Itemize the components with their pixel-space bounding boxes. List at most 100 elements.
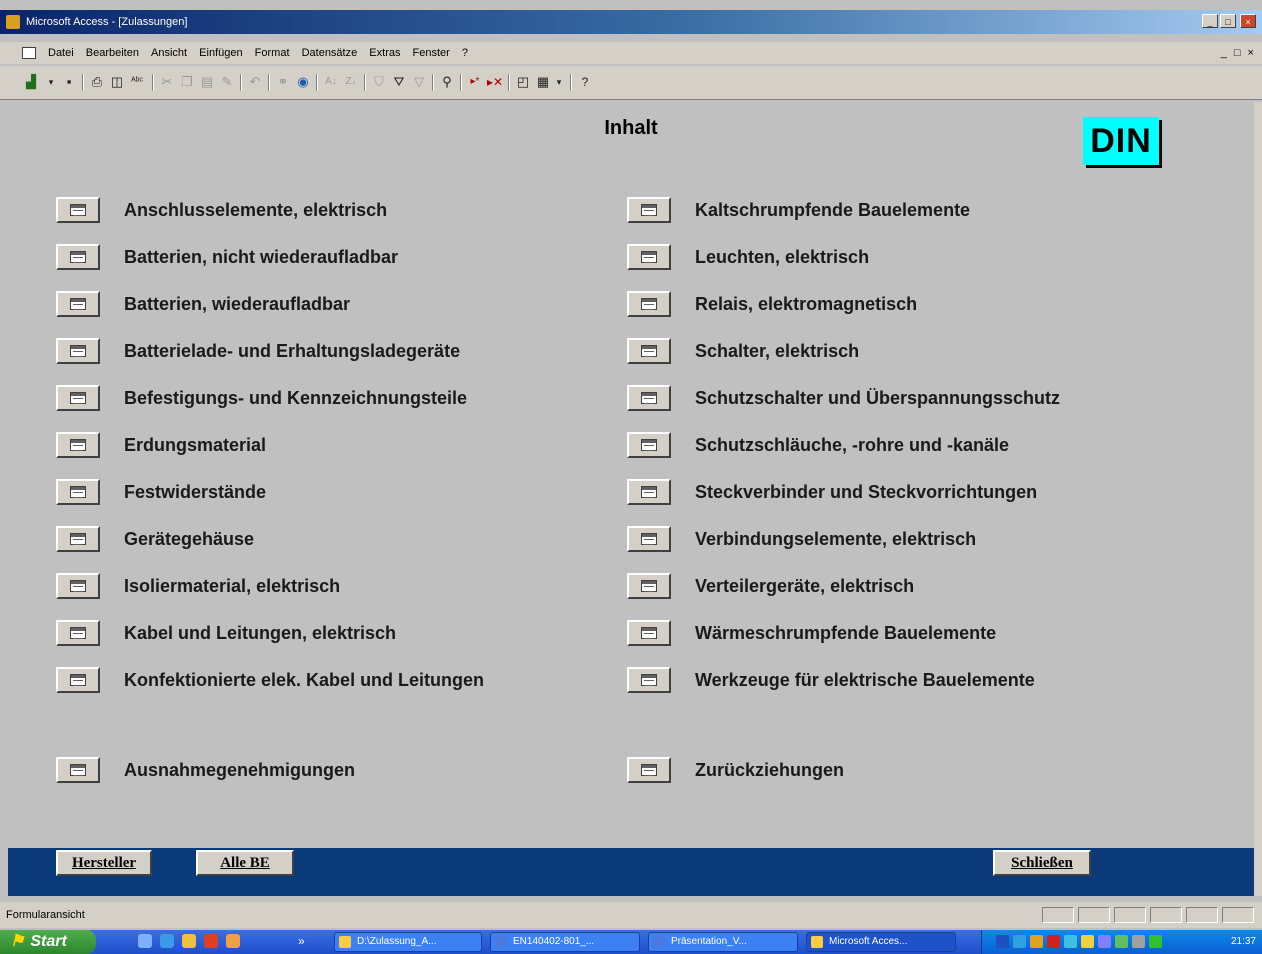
vertical-scrollbar[interactable] [1254, 102, 1262, 896]
minimize-button[interactable]: _ [1202, 14, 1218, 28]
menu-einfuegen[interactable]: Einfügen [199, 42, 242, 64]
paste-icon[interactable]: ▤ [198, 73, 216, 91]
open-form-button[interactable] [627, 291, 671, 317]
insert-hyperlink-icon[interactable]: ⚭ [274, 73, 292, 91]
volume-icon[interactable] [1115, 935, 1128, 948]
open-form-button[interactable] [56, 479, 100, 505]
mdi-window-controls[interactable]: _ □ × [1221, 42, 1256, 64]
security-alert-icon[interactable] [1047, 935, 1060, 948]
folder-icon[interactable] [182, 934, 196, 948]
open-form-button[interactable] [56, 573, 100, 599]
open-form-button[interactable] [56, 197, 100, 223]
form-icon [641, 298, 657, 310]
row-label: Verbindungselemente, elektrisch [695, 528, 977, 549]
open-form-button[interactable] [56, 667, 100, 693]
design-view-icon[interactable]: ▟ [22, 73, 40, 91]
open-form-button[interactable] [627, 244, 671, 270]
help-icon[interactable]: ? [576, 73, 594, 91]
filter-by-form-icon[interactable]: ⛛ [390, 73, 408, 91]
apply-filter-icon[interactable]: ▽ [410, 73, 428, 91]
task-word-document[interactable]: EN140402-801_... [490, 932, 640, 952]
menu-fenster[interactable]: Fenster [413, 42, 450, 64]
open-form-button[interactable] [627, 620, 671, 646]
toolbar-separator [82, 74, 84, 91]
print-icon[interactable]: ⎙ [88, 73, 106, 91]
menu-extras[interactable]: Extras [369, 42, 400, 64]
maximize-button[interactable]: □ [1220, 14, 1236, 28]
sort-ascending-icon[interactable]: A↓ [322, 73, 340, 91]
undo-icon[interactable]: ↶ [246, 73, 264, 91]
open-form-button[interactable] [56, 620, 100, 646]
task-presentation[interactable]: Präsentation_V... [648, 932, 798, 952]
menu-ansicht[interactable]: Ansicht [151, 42, 187, 64]
list-item: Leuchten, elektrisch [627, 242, 869, 272]
open-form-button[interactable] [56, 244, 100, 270]
sort-descending-icon[interactable]: Z↓ [342, 73, 360, 91]
alle-be-label: Alle BE [220, 855, 270, 871]
menu-datensaetze[interactable]: Datensätze [302, 42, 358, 64]
messenger-icon[interactable] [1064, 935, 1077, 948]
open-form-button[interactable] [56, 338, 100, 364]
open-form-button[interactable] [627, 479, 671, 505]
network-icon[interactable] [996, 935, 1009, 948]
database-window-icon[interactable]: ◰ [514, 73, 532, 91]
open-form-button[interactable] [56, 291, 100, 317]
form-document-icon[interactable] [22, 47, 36, 59]
menu-help[interactable]: ? [462, 42, 468, 64]
save-icon[interactable]: ▪ [60, 73, 78, 91]
folder-icon [339, 936, 351, 948]
open-form-button[interactable] [627, 667, 671, 693]
new-record-icon[interactable]: ▸* [466, 73, 484, 91]
open-form-button[interactable] [56, 432, 100, 458]
display-icon[interactable] [1132, 935, 1145, 948]
open-zurueckziehungen-button[interactable] [627, 757, 671, 783]
dropdown-arrow-icon[interactable]: ▾ [550, 73, 568, 91]
open-form-button[interactable] [56, 385, 100, 411]
media-player-icon[interactable] [204, 934, 218, 948]
printer-icon[interactable] [1098, 935, 1111, 948]
delete-record-icon[interactable]: ▸✕ [486, 73, 504, 91]
copy-icon[interactable]: ❐ [178, 73, 196, 91]
shield-icon[interactable] [1081, 935, 1094, 948]
quicklaunch-more-button[interactable]: » [298, 934, 305, 948]
menu-datei[interactable]: Datei [48, 42, 74, 64]
dropdown-arrow-icon[interactable]: ▾ [42, 73, 60, 91]
start-button[interactable]: ⚑ Start [0, 930, 96, 954]
menu-bearbeiten[interactable]: Bearbeiten [86, 42, 139, 64]
alle-be-button[interactable]: Alle BE [196, 850, 294, 876]
open-ausnahmegenehmigungen-button[interactable] [56, 757, 100, 783]
antivirus-icon[interactable] [1030, 935, 1043, 948]
web-toolbar-icon[interactable]: ◉ [294, 73, 312, 91]
find-icon[interactable]: ⚲ [438, 73, 456, 91]
print-preview-icon[interactable]: ◫ [108, 73, 126, 91]
task-microsoft-access[interactable]: Microsoft Acces... [806, 932, 956, 952]
hersteller-button[interactable]: Hersteller [56, 850, 152, 876]
close-button[interactable]: × [1240, 14, 1256, 28]
network-icon[interactable] [1013, 935, 1026, 948]
filter-by-selection-icon[interactable]: ⛉ [370, 73, 388, 91]
show-desktop-icon[interactable] [138, 934, 152, 948]
form-icon [70, 580, 86, 592]
open-form-button[interactable] [627, 197, 671, 223]
open-form-button[interactable] [627, 573, 671, 599]
battery-icon[interactable] [1149, 935, 1162, 948]
cut-icon[interactable]: ✂ [158, 73, 176, 91]
form-icon [641, 204, 657, 216]
format-painter-icon[interactable]: ✎ [218, 73, 236, 91]
open-form-button[interactable] [627, 526, 671, 552]
system-tray: 21:37 [981, 930, 1262, 954]
spelling-icon[interactable]: ᴬᵇᶜ [128, 73, 146, 91]
internet-explorer-icon[interactable] [160, 934, 174, 948]
row-label: Leuchten, elektrisch [695, 246, 870, 267]
menu-format[interactable]: Format [255, 42, 290, 64]
form-icon [641, 439, 657, 451]
toolbar-separator [240, 74, 242, 91]
open-form-button[interactable] [627, 432, 671, 458]
open-form-button[interactable] [56, 526, 100, 552]
toolbar-separator [364, 74, 366, 91]
paint-icon[interactable] [226, 934, 240, 948]
schliessen-button[interactable]: Schließen [993, 850, 1091, 876]
task-explorer[interactable]: D:\Zulassung_A... [334, 932, 482, 952]
open-form-button[interactable] [627, 385, 671, 411]
open-form-button[interactable] [627, 338, 671, 364]
